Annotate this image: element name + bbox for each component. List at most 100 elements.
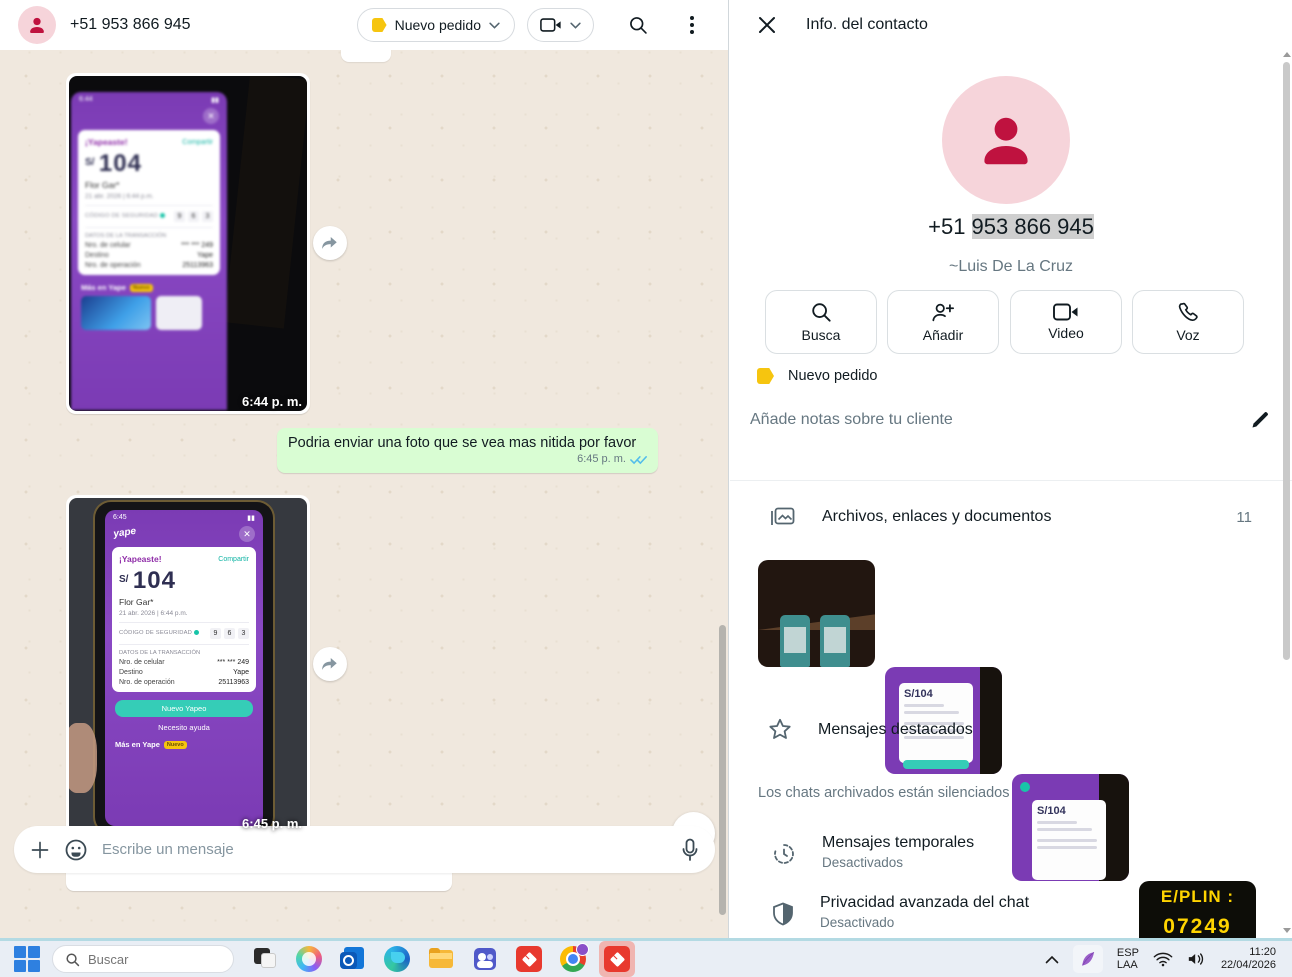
taskbar-search-input[interactable] [88, 952, 208, 967]
chat-contact-name[interactable]: +51 953 866 945 [70, 16, 191, 34]
search-icon [65, 952, 80, 967]
label-tag-icon [757, 368, 774, 384]
chevron-down-icon [489, 22, 500, 29]
label-tag-icon [372, 18, 387, 32]
search-action-button[interactable]: Busca [765, 290, 877, 354]
tray-chevron-up-icon[interactable] [1045, 955, 1059, 964]
search-in-chat-button[interactable] [620, 7, 656, 43]
language-indicator[interactable]: ESP LAA [1117, 947, 1139, 971]
contact-alias: ~Luis De La Cruz [730, 258, 1292, 276]
panel-scrollbar[interactable] [1283, 62, 1290, 660]
incoming-photo-message-1[interactable]: 6:44▮▮ ✕ ¡Yapeaste! Compartir S/ 104 Flo… [66, 73, 310, 414]
star-icon [768, 718, 792, 741]
attach-plus-icon[interactable] [30, 840, 50, 860]
message-text: Podria enviar una foto que se vea mas ni… [288, 435, 636, 451]
photo-yape-sharp[interactable]: 6:45▮▮ ✕ yape ¡Yapeaste! Compartir S/ 10… [69, 498, 307, 833]
scrollbar-up-arrow[interactable] [1283, 52, 1291, 57]
chat-scrollbar[interactable] [719, 625, 726, 915]
pencil-icon[interactable] [1250, 410, 1270, 430]
forward-message-button[interactable] [313, 647, 347, 681]
video-call-dropdown[interactable] [527, 8, 594, 42]
chrome-profile-avatar [576, 943, 589, 956]
scrollbar-down-arrow[interactable] [1283, 928, 1291, 933]
order-label-row[interactable]: Nuevo pedido [757, 368, 878, 384]
copilot-icon[interactable] [296, 946, 322, 972]
taskbar-clock[interactable]: 11:20 22/04/2026 [1221, 946, 1276, 972]
edge-icon[interactable] [384, 946, 410, 972]
file-explorer-icon[interactable] [428, 946, 454, 972]
contact-avatar[interactable] [18, 6, 56, 44]
chat-panel: +51 953 866 945 Nuevo pedido [0, 0, 729, 938]
disappearing-messages-row[interactable]: Mensajes temporales Desactivados [772, 834, 1252, 870]
notes-placeholder: Añade notas sobre tu cliente [750, 411, 953, 429]
composer-bar [14, 826, 715, 873]
order-label-text: Nuevo pedido [395, 17, 481, 33]
incoming-photo-message-2[interactable]: 6:45▮▮ ✕ yape ¡Yapeaste! Compartir S/ 10… [66, 495, 310, 836]
contact-avatar-large[interactable] [942, 76, 1070, 204]
taskbar-search[interactable] [52, 945, 234, 973]
media-label: Archivos, enlaces y documentos [822, 508, 1210, 526]
kebab-menu-icon [690, 16, 694, 34]
yape-share-link: Compartir [182, 139, 213, 146]
forward-icon [321, 235, 339, 251]
yape-status-time: 6:44 [79, 96, 93, 104]
contact-phone[interactable]: +51 953 866 945 [730, 214, 1292, 240]
media-thumbnail-box-bottles[interactable] [758, 560, 875, 667]
system-tray: ESP LAA 11:20 22/04/2026 [1045, 945, 1292, 973]
outlook-icon[interactable] [340, 946, 366, 972]
customer-notes-row[interactable]: Añade notas sobre tu cliente [750, 410, 1270, 430]
order-label-dropdown[interactable]: Nuevo pedido [357, 8, 515, 42]
message-list[interactable]: 6:44▮▮ ✕ ¡Yapeaste! Compartir S/ 104 Flo… [0, 50, 728, 938]
panel-title: Info. del contacto [806, 16, 928, 34]
video-camera-icon [540, 17, 562, 33]
chrome-icon[interactable] [560, 946, 586, 972]
photo-yape-blurry[interactable]: 6:44▮▮ ✕ ¡Yapeaste! Compartir S/ 104 Flo… [69, 76, 307, 411]
yape-payee: Flor Gar* [119, 597, 249, 607]
yape-date: 21 abr. 2026 | 6:44 p.m. [119, 610, 249, 623]
message-time: 6:44 p. m. [242, 394, 302, 409]
starred-messages-row[interactable]: Mensajes destacados [768, 718, 1252, 741]
volume-icon[interactable] [1187, 951, 1207, 967]
yape-date: 21 abr. 2026 | 6:44 p.m. [85, 193, 213, 206]
advanced-privacy-row[interactable]: Privacidad avanzada del chat Desactivado [772, 894, 1252, 930]
video-camera-icon [1053, 303, 1079, 321]
person-icon [970, 104, 1042, 176]
chat-menu-button[interactable] [674, 7, 710, 43]
phone-icon [1177, 301, 1199, 323]
read-receipt-icon [630, 454, 648, 465]
active-red-diamond-app-icon[interactable] [604, 946, 630, 972]
emoji-icon[interactable] [64, 838, 88, 862]
contact-info-panel: Info. del contacto +51 953 866 945 ~Luis… [730, 0, 1292, 938]
phone-prefix: +51 [928, 214, 971, 239]
search-icon [810, 301, 832, 323]
setting-status: Desactivado [820, 915, 1029, 930]
setting-title: Privacidad avanzada del chat [820, 894, 1029, 912]
outgoing-message[interactable]: Podria enviar una foto que se vea mas ni… [277, 428, 658, 473]
media-count: 11 [1236, 509, 1252, 526]
chat-header: +51 953 866 945 Nuevo pedido [0, 0, 728, 50]
teams-icon[interactable] [472, 946, 498, 972]
voice-call-button[interactable]: Voz [1132, 290, 1244, 354]
forward-icon [321, 656, 339, 672]
tray-feather-app-icon[interactable] [1073, 945, 1103, 973]
wifi-icon[interactable] [1153, 951, 1173, 967]
windows-taskbar: ESP LAA 11:20 22/04/2026 [0, 941, 1292, 977]
red-diamond-app-icon[interactable] [516, 946, 542, 972]
close-icon[interactable] [758, 16, 776, 34]
setting-title: Mensajes temporales [822, 834, 974, 852]
media-links-docs-row[interactable]: Archivos, enlaces y documentos 11 [770, 505, 1252, 529]
message-input[interactable] [102, 841, 667, 858]
video-call-button[interactable]: Video [1010, 290, 1122, 354]
start-button[interactable] [14, 946, 40, 972]
forward-message-button[interactable] [313, 226, 347, 260]
microphone-icon[interactable] [681, 838, 699, 862]
yape-payee: Flor Gar* [85, 180, 213, 190]
yape-title: ¡Yapeaste! [85, 137, 128, 147]
whatsapp-window: +51 953 866 945 Nuevo pedido [0, 0, 1292, 938]
yape-title: ¡Yapeaste! [119, 554, 162, 564]
media-icon [770, 505, 796, 529]
search-icon [628, 15, 648, 35]
add-contact-button[interactable]: Añadir [887, 290, 999, 354]
task-view-icon[interactable] [252, 946, 278, 972]
shield-icon [772, 902, 794, 926]
